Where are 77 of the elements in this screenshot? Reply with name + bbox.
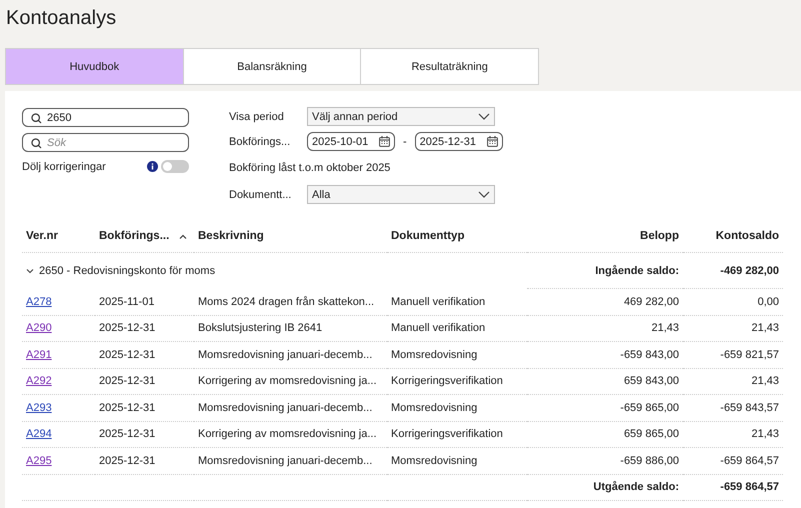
document-type-cell: Korrigeringsverifikation bbox=[391, 375, 503, 388]
description-cell: Momsredovisning januari-decemb... bbox=[198, 402, 372, 414]
field-label: Dokumentt... bbox=[229, 188, 292, 200]
date-cell: 2025-12-31 bbox=[99, 375, 156, 388]
description-cell: Korrigering av momsredovisning ja... bbox=[198, 375, 377, 388]
opening-balance-label: Ingående saldo: bbox=[595, 264, 679, 276]
description-cell: Bokslutsjustering IB 2641 bbox=[198, 322, 322, 334]
search-icon bbox=[31, 113, 42, 124]
document-type-cell: Korrigeringsverifikation bbox=[391, 428, 503, 440]
column-header[interactable]: Beskrivning bbox=[198, 230, 264, 242]
closing-balance-label: Utgående saldo: bbox=[593, 481, 679, 494]
balance-cell: -659 821,57 bbox=[720, 348, 779, 361]
amount-cell: 21,43 bbox=[651, 322, 679, 334]
document-type-dropdown[interactable]: Alla bbox=[307, 185, 495, 204]
date-cell: 2025-12-31 bbox=[99, 402, 156, 414]
document-type-cell: Momsredovisning bbox=[391, 348, 478, 361]
closing-balance-value: -659 864,57 bbox=[720, 481, 779, 494]
document-type-cell: Manuell verifikation bbox=[391, 322, 486, 334]
date-cell: 2025-12-31 bbox=[99, 428, 156, 440]
toggle-label: Dölj korrigeringar bbox=[22, 160, 106, 172]
voucher-link[interactable]: A291 bbox=[26, 348, 52, 361]
sort-ascending-icon[interactable] bbox=[179, 234, 188, 238]
voucher-link[interactable]: A295 bbox=[26, 454, 52, 467]
page-title: Kontoanalys bbox=[6, 6, 116, 30]
voucher-link[interactable]: A292 bbox=[26, 375, 52, 388]
balance-cell: -659 843,57 bbox=[720, 402, 779, 414]
amount-cell: -659 843,00 bbox=[620, 348, 679, 361]
balance-cell: 21,43 bbox=[751, 375, 779, 388]
field-label: Visa period bbox=[229, 110, 285, 122]
voucher-link[interactable]: A294 bbox=[26, 428, 52, 440]
account-search-field[interactable]: 2650 bbox=[22, 108, 189, 127]
group-label: 2650 - Redovisningskonto för moms bbox=[39, 264, 216, 277]
info-icon[interactable] bbox=[147, 161, 158, 172]
date-cell: 2025-12-31 bbox=[99, 322, 156, 334]
field-label: Bokförings... bbox=[229, 136, 292, 148]
date-cell: 2025-12-31 bbox=[99, 348, 156, 361]
calendar-icon bbox=[379, 136, 390, 147]
voucher-link[interactable]: A278 bbox=[26, 296, 52, 308]
balance-cell: 21,43 bbox=[751, 428, 779, 440]
calendar-icon bbox=[486, 136, 498, 147]
document-type-cell: Momsredovisning bbox=[391, 402, 478, 414]
column-header[interactable]: Kontosaldo bbox=[716, 230, 779, 242]
description-cell: Momsredovisning januari-decemb... bbox=[198, 454, 372, 467]
amount-cell: -659 886,00 bbox=[620, 454, 679, 467]
voucher-link[interactable]: A290 bbox=[26, 322, 52, 334]
amount-cell: -659 865,00 bbox=[620, 402, 679, 414]
description-cell: Moms 2024 dragen från skattekon... bbox=[198, 296, 374, 308]
amount-cell: 659 843,00 bbox=[624, 375, 679, 388]
amount-cell: 659 865,00 bbox=[624, 428, 679, 440]
column-header[interactable]: Bokförings... bbox=[99, 230, 170, 242]
search-icon bbox=[31, 138, 42, 149]
lock-note: Bokföring låst t.o.m oktober 2025 bbox=[229, 161, 392, 176]
date-cell: 2025-11-01 bbox=[99, 296, 154, 308]
balance-cell: 0,00 bbox=[758, 296, 779, 308]
description-cell: Momsredovisning januari-decemb... bbox=[198, 348, 372, 361]
voucher-link[interactable]: A293 bbox=[26, 402, 52, 414]
toggle-switch[interactable] bbox=[161, 160, 189, 173]
date-cell: 2025-12-31 bbox=[99, 454, 156, 467]
date-separator: - bbox=[403, 136, 407, 148]
chevron-down-icon bbox=[478, 191, 490, 198]
column-header[interactable]: Ver.nr bbox=[26, 230, 58, 242]
amount-cell: 469 282,00 bbox=[624, 296, 679, 308]
document-type-cell: Manuell verifikation bbox=[391, 296, 486, 308]
document-type-cell: Momsredovisning bbox=[391, 454, 478, 467]
chevron-down-icon[interactable] bbox=[26, 268, 34, 274]
date-field[interactable]: 2025-12-31 bbox=[414, 132, 503, 151]
chevron-down-icon bbox=[478, 113, 490, 120]
balance-cell: 21,43 bbox=[751, 322, 779, 334]
description-cell: Korrigering av momsredovisning ja... bbox=[198, 428, 377, 440]
opening-balance-value: -469 282,00 bbox=[720, 264, 779, 276]
balance-cell: -659 864,57 bbox=[720, 454, 779, 467]
column-header[interactable]: Dokumenttyp bbox=[391, 230, 464, 242]
period-dropdown[interactable]: Välj annan period bbox=[307, 107, 495, 126]
date-field[interactable]: 2025-10-01 bbox=[307, 132, 395, 151]
tab[interactable]: Huvudbok bbox=[6, 49, 184, 84]
search-field[interactable]: Sök bbox=[22, 133, 189, 152]
column-header[interactable]: Belopp bbox=[640, 230, 679, 242]
